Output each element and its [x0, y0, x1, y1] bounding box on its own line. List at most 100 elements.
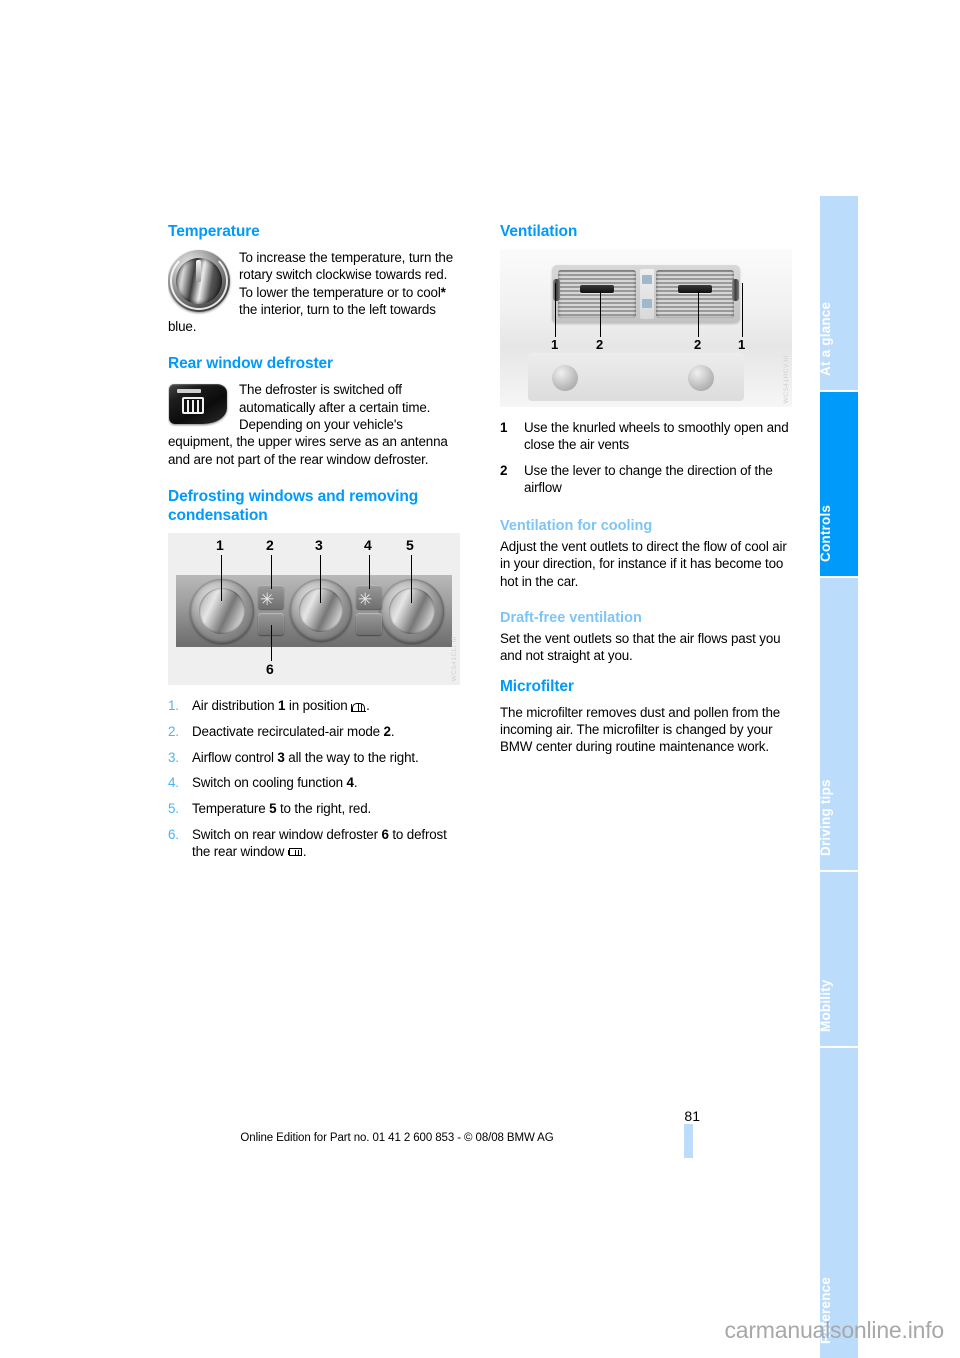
list-item: 2 Use the lever to change the direction o…: [500, 462, 792, 497]
draft-free-paragraph: Set the vent outlets so that the air flo…: [500, 631, 781, 664]
step-text-pre-4: Switch on cooling function: [192, 775, 347, 791]
step-text-post-6: .: [302, 844, 307, 860]
heading-ventilation: Ventilation: [500, 223, 578, 240]
list-item: 1. Air distribution 1 in position .: [168, 697, 460, 714]
vent-callout-leader-2-right: [698, 291, 700, 337]
step-text-mid-1: in position: [285, 697, 352, 713]
center-air-vents-figure: 1 2 2 1 WCS41HCV.tif: [500, 249, 792, 407]
list-item: 2. Deactivate recirculated-air mode 2.: [168, 723, 460, 740]
step-text-pre-5: Temperature: [192, 801, 270, 817]
callout-number-4: 4: [364, 536, 372, 553]
section-tab-rail: At a glance Controls Driving tips Mobili…: [817, 196, 858, 1358]
step-text-pre-1: Air distribution: [192, 697, 279, 713]
hazard-button: [642, 275, 652, 284]
callout-leader-5: [411, 554, 413, 603]
air-vent-left: [558, 270, 636, 318]
temperature-rotary-knob-image: [168, 250, 230, 312]
tab-label-controls: Controls: [817, 504, 833, 562]
auxiliary-button: [356, 612, 382, 635]
list-item: 3. Airflow control 3 all the way to the r…: [168, 749, 460, 766]
list-item: 5. Temperature 5 to the right, red.: [168, 800, 460, 817]
heading-defrosting-windows: Defrosting windows and removing condensa…: [168, 487, 419, 524]
vent-callout-number-2-right: 2: [694, 337, 702, 352]
callout-leader-1: [221, 554, 223, 601]
vent-item-number-1: 1: [500, 420, 508, 435]
step-text-post-1: .: [366, 697, 370, 713]
heading-rear-window-defroster: Rear window defroster: [168, 355, 333, 373]
vent-item-text-1: Use the knurled wheels to smoothly open …: [524, 420, 789, 453]
temp-p2-pre: To lower the temperature or to cool: [239, 284, 441, 300]
step-bold-4: 4: [346, 775, 354, 791]
snowflake-icon-left: ✳: [260, 589, 275, 609]
step-bold-3: 3: [277, 749, 285, 765]
step-text-post-4: .: [353, 775, 358, 791]
footer-edition-notice: Online Edition for Part no. 01 41 2 600 …: [240, 1132, 554, 1144]
site-watermark: carmanualsonline.info: [724, 1317, 944, 1343]
temperature-block: To increase the temperature, turn the ro…: [168, 249, 460, 335]
airflow-lever-right: [678, 285, 712, 293]
step-text-pre-6: Switch on rear window defroster: [192, 826, 382, 842]
vent-callout-leader-1-right: [742, 283, 744, 337]
callout-leader-2: [271, 554, 273, 589]
callout-number-5: 5: [406, 536, 414, 553]
heading-temperature: Temperature: [168, 223, 260, 240]
climate-control-panel-figure: ✳ ✳ 1 2 3 4 5 6 WCS41CLI.tif: [168, 532, 460, 685]
sidebar-item-at-a-glance[interactable]: At a glance: [817, 196, 858, 392]
knurled-wheel-right: [732, 279, 739, 301]
tab-label-driving-tips: Driving tips: [817, 779, 833, 856]
footnote-asterisk: *: [440, 284, 446, 300]
central-lock-button: [642, 299, 652, 308]
list-item: 4. Switch on cooling function 4.: [168, 774, 460, 791]
right-column: Ventilation 1 2 2 1 WCS41HCV.tif 1 Use t…: [500, 222, 792, 756]
sidebar-item-mobility[interactable]: Mobility: [818, 872, 858, 1048]
step-number-5: 5.: [168, 801, 179, 817]
manual-page: At a glance Controls Driving tips Mobili…: [0, 0, 960, 1358]
callout-number-2: 2: [266, 536, 274, 553]
cooling-paragraph: Adjust the vent outlets to direct the fl…: [500, 539, 787, 589]
heading-draft-free-ventilation: Draft-free ventilation: [500, 610, 642, 627]
vent-callout-number-1-right: 1: [738, 337, 746, 352]
callout-number-3: 3: [315, 536, 323, 553]
step-text-pre-3: Airflow control: [192, 749, 278, 765]
page-number: 81: [684, 1108, 700, 1124]
microfilter-paragraph: The microfilter removes dust and pollen …: [500, 704, 781, 755]
footer-accent-bar: [684, 1124, 693, 1158]
sidebar-item-reference[interactable]: Reference: [818, 1048, 858, 1358]
defroster-button-highlight: [177, 389, 201, 394]
snowflake-icon-right: ✳: [358, 589, 373, 609]
step-number-1: 1.: [168, 697, 179, 713]
step-text-post-2: .: [390, 723, 395, 739]
rear-window-defrost-glyph: [182, 397, 204, 415]
list-item: 1 Use the knurled wheels to smoothly open…: [500, 419, 792, 454]
heading-ventilation-for-cooling: Ventilation for cooling: [500, 518, 653, 535]
step-number-4: 4.: [168, 775, 179, 791]
vent-callout-leader-2-left: [600, 291, 602, 337]
callout-leader-3: [320, 554, 322, 603]
knob-scale-arc: [170, 252, 228, 310]
tab-label-at-a-glance: At a glance: [817, 301, 833, 376]
ventilation-items-list: 1 Use the knurled wheels to smoothly open…: [500, 419, 792, 497]
air-vent-right: [656, 270, 734, 318]
console-dial-right: [688, 365, 714, 391]
airflow-lever-left: [580, 285, 614, 293]
callout-leader-6: [271, 624, 273, 661]
figure-code-vents: WCS41HCV.tif: [783, 354, 790, 403]
step-bold-6: 6: [381, 826, 389, 842]
windshield-defrost-icon: [351, 700, 367, 713]
defrosting-steps-list: 1. Air distribution 1 in position . 2. Dea…: [168, 697, 460, 861]
vent-callout-number-1-left: 1: [551, 337, 559, 352]
vent-callout-leader-1-left: [555, 283, 557, 337]
rear-window-defroster-button-image: [168, 382, 230, 428]
callout-number-1: 1: [216, 536, 224, 553]
vent-housing: [552, 265, 740, 323]
lower-dashboard-console: [528, 353, 744, 401]
callout-leader-4: [369, 554, 371, 589]
step-text-mid-5: to the right, red.: [276, 801, 372, 817]
left-column: Temperature To increase the temperature,…: [168, 222, 460, 869]
step-bold-2: 2: [383, 723, 391, 739]
list-item: 6. Switch on rear window defroster 6 to d…: [168, 826, 460, 861]
sidebar-item-driving-tips[interactable]: Driving tips: [817, 578, 858, 872]
sidebar-item-controls[interactable]: Controls: [817, 392, 858, 578]
step-number-2: 2.: [168, 723, 179, 739]
center-switch-panel: [640, 269, 654, 319]
